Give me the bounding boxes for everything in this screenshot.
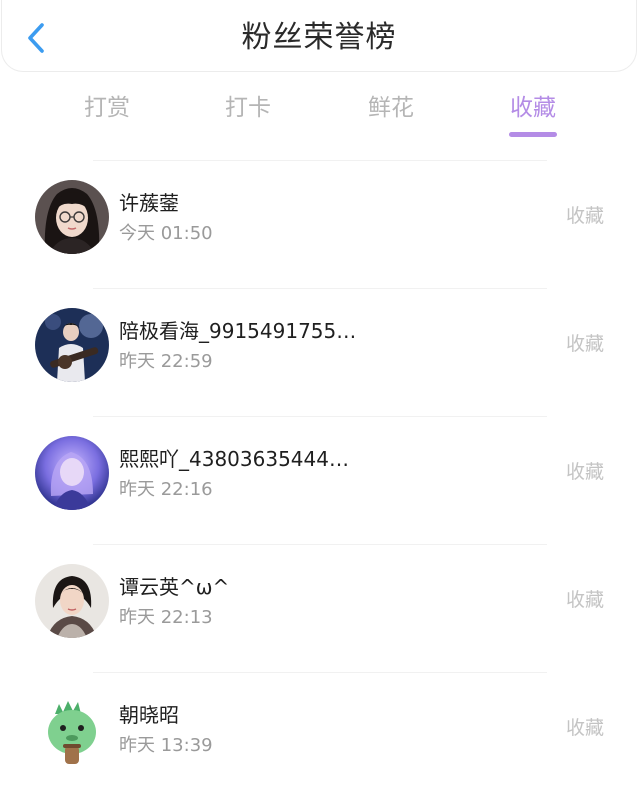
avatar-green-dinosaur-icon[interactable] <box>35 692 109 766</box>
top-bar: 粉丝荣誉榜 <box>1 0 637 72</box>
tab-checkin[interactable]: 打卡 <box>188 92 308 124</box>
tab-flowers[interactable]: 鲜花 <box>331 92 451 124</box>
avatar-woman-photo-icon[interactable] <box>35 564 109 638</box>
fan-time: 昨天 22:16 <box>119 479 213 500</box>
fan-time: 昨天 13:39 <box>119 735 213 756</box>
action-label: 收藏 <box>565 717 604 739</box>
action-label: 收藏 <box>565 589 604 611</box>
active-tab-indicator <box>509 132 557 137</box>
fan-time: 昨天 22:13 <box>119 607 213 628</box>
avatar-guitarist-stage-icon[interactable] <box>35 308 109 382</box>
tab-favorites[interactable]: 收藏 <box>473 92 593 124</box>
page-title: 粉丝荣誉榜 <box>241 20 397 55</box>
action-label: 收藏 <box>565 205 604 227</box>
avatar-girl-glasses-icon[interactable] <box>35 180 109 254</box>
action-label: 收藏 <box>565 333 604 355</box>
fan-name[interactable]: 许蔟蓥 <box>119 189 379 217</box>
fan-name[interactable]: 陪极看海_9915491755… <box>119 317 379 345</box>
fan-name[interactable]: 熙熙吖_43803635444… <box>119 445 379 473</box>
fan-time: 今天 01:50 <box>119 223 213 244</box>
list-item[interactable]: 熙熙吖_43803635444… 昨天 22:16 收藏 <box>35 416 604 544</box>
fan-list: 许蔟蓥 今天 01:50 收藏 陪极看海_9915491755… 昨天 22:5… <box>0 160 640 800</box>
list-item[interactable]: 朝晓昭 昨天 13:39 收藏 <box>35 672 604 800</box>
fan-time: 昨天 22:59 <box>119 351 213 372</box>
list-item[interactable]: 谭云英^ω^ 昨天 22:13 收藏 <box>35 544 604 672</box>
fan-name[interactable]: 谭云英^ω^ <box>119 573 379 601</box>
fan-name[interactable]: 朝晓昭 <box>119 701 379 729</box>
tab-reward[interactable]: 打赏 <box>47 92 167 124</box>
tab-bar: 打赏 打卡 鲜花 收藏 <box>0 86 640 142</box>
avatar-purple-portrait-icon[interactable] <box>35 436 109 510</box>
list-item[interactable]: 许蔟蓥 今天 01:50 收藏 <box>35 160 604 288</box>
action-label: 收藏 <box>565 461 604 483</box>
list-item[interactable]: 陪极看海_9915491755… 昨天 22:59 收藏 <box>35 288 604 416</box>
